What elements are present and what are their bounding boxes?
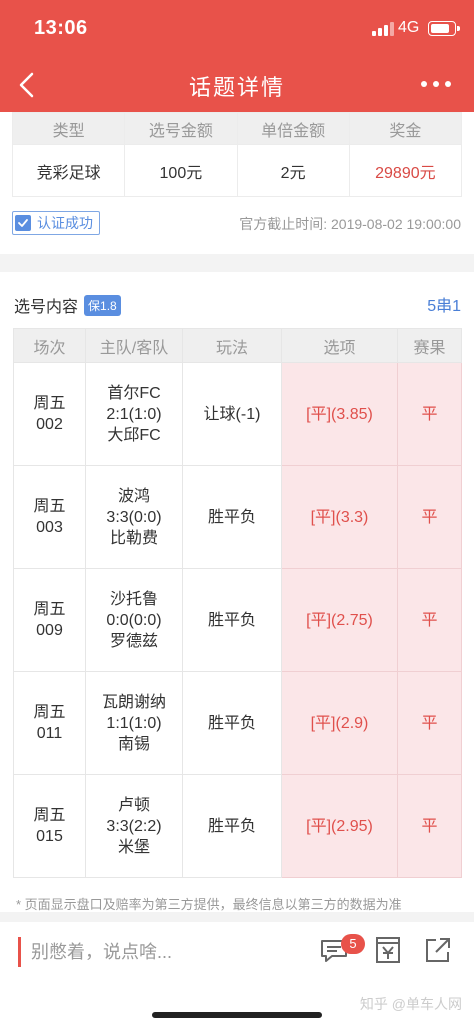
battery-icon [428, 21, 460, 36]
match-number: 周五 003 [13, 465, 86, 569]
match-option: [平](2.95) [281, 774, 398, 878]
match-number: 周五 002 [13, 362, 86, 466]
disclaimer-text: * 页面显示盘口及赔率为第三方提供，最终信息以第三方的数据为准 [16, 897, 402, 912]
status-time: 13:06 [34, 17, 88, 39]
value-type: 竞彩足球 [11, 144, 126, 197]
app-header: 13:06 4G 话题详情 [0, 0, 474, 112]
header-type: 类型 [11, 112, 126, 145]
header-teams: 主队/客队 [85, 328, 183, 363]
header-prize: 奖金 [348, 112, 463, 145]
match-play: 胜平负 [182, 568, 282, 672]
selection-section: 选号内容 保1.8 5串1 场次 主队/客队 玩法 选项 赛果 周五 002 首尔… [0, 272, 474, 912]
comment-count-badge: 5 [341, 934, 365, 954]
checkmark-icon [15, 215, 31, 231]
nav-bar: 话题详情 [0, 58, 474, 112]
table-row: 周五 002 首尔FC 2:1(1:0) 大邱FC 让球(-1) [平](3.85) … [13, 362, 462, 466]
table-row: 周五 015 卢顿 3:3(2:2) 米堡 胜平负 [平](2.95) 平 [13, 774, 462, 878]
match-number: 周五 015 [13, 774, 86, 878]
lottery-ticket-icon [376, 937, 400, 963]
match-result: 平 [397, 568, 462, 672]
match-result: 平 [397, 671, 462, 775]
watermark: 知乎 @单车人网 [359, 996, 462, 1012]
share-button[interactable] [422, 934, 458, 970]
official-deadline: 官方截止时间: 2019-08-02 19:00:00 [239, 216, 461, 232]
selection-title-row: 选号内容 保1.8 [14, 293, 121, 317]
guarantee-badge: 保1.8 [84, 294, 121, 316]
bottom-action-bar: 5 知乎 @单车人网 [0, 922, 474, 1026]
match-table-header: 场次 主队/客队 玩法 选项 赛果 [13, 328, 462, 363]
match-option: [平](2.9) [281, 671, 398, 775]
parlay-type: 5串1 [427, 298, 461, 315]
more-dots-icon [421, 81, 451, 87]
match-teams: 首尔FC 2:1(1:0) 大邱FC [85, 362, 183, 466]
match-play: 胜平负 [182, 671, 282, 775]
match-number: 周五 011 [13, 671, 86, 775]
match-play: 胜平负 [182, 465, 282, 569]
match-teams: 沙托鲁 0:0(0:0) 罗德兹 [85, 568, 183, 672]
value-unit-amount: 2元 [236, 144, 350, 197]
comment-input-wrap [18, 937, 298, 967]
verified-badge: 认证成功 [12, 211, 100, 235]
match-result: 平 [397, 774, 462, 878]
match-play: 胜平负 [182, 774, 282, 878]
bet-summary: 类型 选号金额 单倍金额 奖金 竞彩足球 100元 2元 29890元 认证成功… [0, 112, 474, 254]
page-title: 话题详情 [188, 75, 285, 100]
favorite-button[interactable] [372, 934, 408, 970]
match-teams: 波鸿 3:3(0:0) 比勒费 [85, 465, 183, 569]
verified-label: 认证成功 [37, 215, 93, 231]
match-result: 平 [397, 362, 462, 466]
header-option: 选项 [281, 328, 398, 363]
header-match: 场次 [13, 328, 86, 363]
home-indicator[interactable] [152, 1012, 322, 1018]
match-table: 场次 主队/客队 玩法 选项 赛果 周五 002 首尔FC 2:1(1:0) 大邱FC… [13, 328, 462, 878]
more-options-button[interactable] [416, 66, 456, 102]
match-number: 周五 009 [13, 568, 86, 672]
match-option: [平](3.85) [281, 362, 398, 466]
network-type: 4G [398, 19, 420, 36]
match-teams: 瓦朗谢纳 1:1(1:0) 南锡 [85, 671, 183, 775]
summary-table: 类型 选号金额 单倍金额 奖金 竞彩足球 100元 2元 29890元 [11, 112, 463, 197]
match-play: 让球(-1) [182, 362, 282, 466]
match-option: [平](3.3) [281, 465, 398, 569]
comment-input[interactable] [31, 937, 291, 967]
table-row: 周五 003 波鸿 3:3(0:0) 比勒费 胜平负 [平](3.3) 平 [13, 465, 462, 569]
table-row: 周五 011 瓦朗谢纳 1:1(1:0) 南锡 胜平负 [平](2.9) 平 [13, 671, 462, 775]
header-unit-amount: 单倍金额 [236, 112, 350, 145]
value-prize: 29890元 [348, 144, 463, 197]
table-row: 周五 009 沙托鲁 0:0(0:0) 罗德兹 胜平负 [平](2.75) 平 [13, 568, 462, 672]
battery-level [431, 24, 449, 33]
header-play: 玩法 [182, 328, 282, 363]
header-result: 赛果 [397, 328, 462, 363]
signal-strength-icon [372, 22, 394, 36]
selection-title: 选号内容 [14, 299, 79, 316]
match-option: [平](2.75) [281, 568, 398, 672]
share-icon [426, 938, 450, 962]
status-bar: 13:06 4G [0, 0, 474, 58]
header-selection-amount: 选号金额 [124, 112, 238, 145]
match-result: 平 [397, 465, 462, 569]
value-selection-amount: 100元 [124, 144, 238, 197]
match-teams: 卢顿 3:3(2:2) 米堡 [85, 774, 183, 878]
